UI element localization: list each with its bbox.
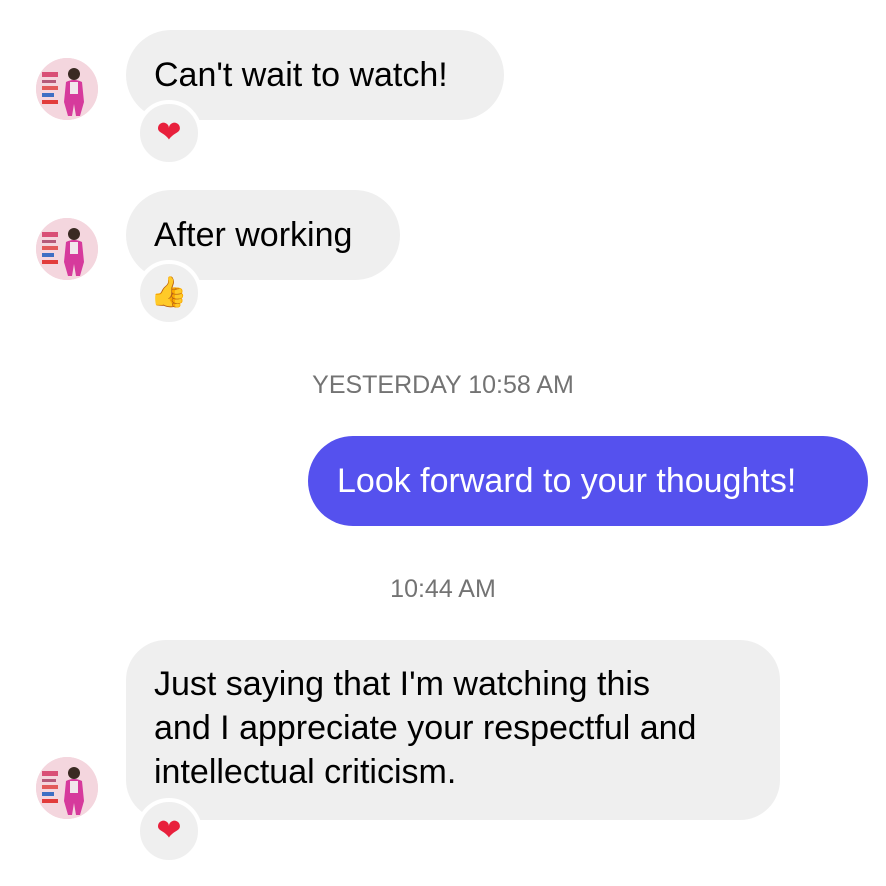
heart-icon: ❤ [156, 813, 182, 848]
message-text: After working [154, 216, 353, 254]
message-text: Look forward to your thoughts! [337, 462, 797, 500]
avatar-image [36, 218, 98, 280]
message-timestamp: YESTERDAY 10:58 AM [312, 371, 574, 399]
message-timestamp: 10:44 AM [390, 575, 496, 603]
message-text-line: and I appreciate your respectful and [154, 709, 697, 747]
reaction-badge[interactable]: 👍 [136, 260, 202, 326]
message-bubble-outgoing[interactable]: Look forward to your thoughts! [308, 436, 868, 526]
thumbs-up-icon: 👍 [150, 275, 188, 310]
reaction-badge[interactable]: ❤ [136, 798, 202, 864]
reaction-badge[interactable]: ❤ [136, 100, 202, 166]
message-text-line: Just saying that I'm watching this [154, 665, 650, 703]
heart-icon: ❤ [156, 115, 182, 150]
message-text: Can't wait to watch! [154, 56, 448, 94]
avatar-image [36, 757, 98, 819]
contact-avatar[interactable] [36, 218, 98, 280]
message-thread: Can't wait to watch! ❤ After working 👍 Y… [0, 0, 886, 886]
message-text-line: intellectual criticism. [154, 753, 457, 791]
contact-avatar[interactable] [36, 58, 98, 120]
avatar-image [36, 58, 98, 120]
contact-avatar[interactable] [36, 757, 98, 819]
message-bubble[interactable]: Just saying that I'm watching this and I… [126, 640, 780, 820]
